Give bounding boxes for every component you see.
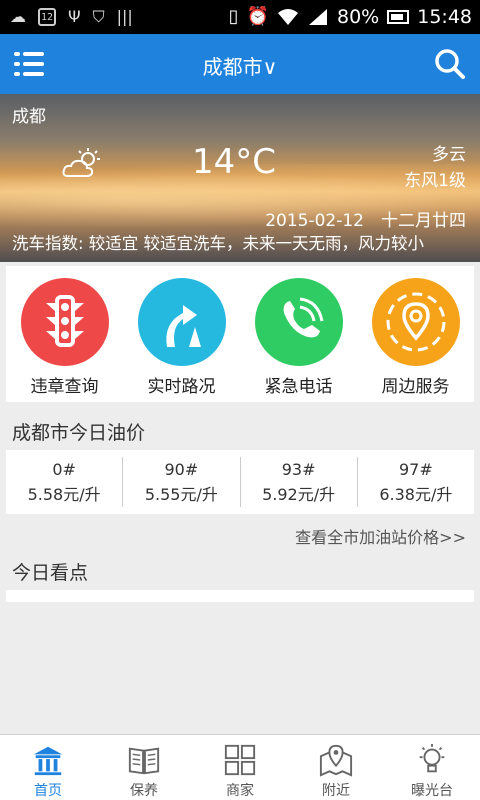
city-selector[interactable]: 成都市∨	[0, 51, 480, 80]
traffic-light-icon	[20, 278, 109, 366]
oil-price: 5.55元/升	[144, 485, 218, 504]
service-label: 紧急电话	[264, 377, 333, 397]
oil-price: 5.92元/升	[262, 485, 336, 504]
nav-label: 保养	[130, 783, 158, 799]
weather-icon: ☁	[10, 7, 26, 26]
today-highlights-title: 今日看点	[12, 562, 89, 584]
all-gas-stations-link[interactable]: 查看全市加油站价格>>	[295, 524, 466, 548]
grid-icon	[224, 744, 256, 776]
oil-grade: 0#	[52, 460, 76, 479]
service-realtime-traffic[interactable]: 实时路况	[123, 266, 240, 402]
bottom-nav: 首页 保养 商家 附近 曝光台	[0, 734, 480, 800]
nav-nearby[interactable]: 附近	[288, 735, 384, 800]
clock: 15:48	[417, 6, 472, 28]
weather-condition: 多云	[432, 145, 466, 165]
barcode-icon: |||	[116, 7, 133, 26]
service-violation-query[interactable]: 违章查询	[6, 266, 123, 402]
oil-price: 5.58元/升	[27, 485, 101, 504]
shield-icon: ⛉	[92, 7, 105, 26]
wind-info: 东风1级	[404, 171, 466, 191]
weather-date: 2015-02-12 十二月廿四	[265, 211, 466, 231]
oil-price-panel: 0# 5.58元/升 90# 5.55元/升 93# 5.92元/升 97# 6…	[6, 450, 474, 514]
oil-grade: 97#	[398, 460, 433, 479]
chevron-down-icon: ∨	[262, 55, 278, 79]
partly-cloudy-icon	[62, 148, 100, 177]
book-icon	[128, 747, 160, 775]
nav-home[interactable]: 首页	[0, 735, 96, 800]
app-header: 成都市∨	[0, 34, 480, 94]
car-wash-index: 洗车指数: 较适宜 较适宜洗车，未来一天无雨，风力较小	[12, 234, 425, 253]
battery-icon	[387, 10, 410, 24]
weather-city: 成都	[12, 107, 46, 127]
oil-price-item: 90# 5.55元/升	[123, 457, 239, 507]
temperature: 14°C	[192, 142, 277, 182]
notification-count-icon: 12	[38, 8, 56, 26]
system-status: ▯ ⏰ 80% 15:48	[229, 6, 480, 28]
nav-merchants[interactable]: 商家	[192, 735, 288, 800]
oil-price-item: 0# 5.58元/升	[6, 457, 122, 507]
oil-price-item: 97# 6.38元/升	[358, 457, 474, 507]
battery-percent: 80%	[337, 6, 380, 28]
service-label: 周边服务	[381, 377, 450, 397]
wifi-icon	[278, 9, 298, 25]
service-label: 违章查询	[30, 377, 99, 397]
alarm-icon: ⏰	[246, 6, 269, 27]
nav-label: 曝光台	[411, 783, 453, 799]
oil-grade: 90#	[164, 460, 199, 479]
nav-exposure[interactable]: 曝光台	[384, 735, 480, 800]
signal-icon	[309, 9, 327, 25]
usb-icon: Ψ	[68, 7, 81, 26]
oil-price: 6.38元/升	[379, 485, 453, 504]
vibrate-icon: ▯	[228, 6, 239, 27]
nav-label: 附近	[322, 783, 350, 799]
home-icon	[33, 746, 63, 776]
today-highlights-panel	[6, 590, 474, 602]
service-label: 实时路况	[147, 377, 216, 397]
map-icon	[319, 744, 353, 777]
lightbulb-icon	[419, 743, 445, 773]
weather-banner[interactable]: 成都 14°C 多云 东风1级 2015-02-12 十二月廿四 洗车指数: 较…	[0, 94, 480, 262]
status-bar: ☁ 12 Ψ ⛉ ||| ▯ ⏰ 80% 15:48	[0, 0, 480, 34]
nav-label: 首页	[34, 783, 62, 799]
oil-price-title: 成都市今日油价	[12, 422, 146, 444]
nav-label: 商家	[226, 783, 254, 799]
city-title: 成都市	[202, 55, 263, 79]
search-icon[interactable]	[434, 48, 466, 80]
phone-icon	[254, 278, 343, 366]
location-pin-icon	[371, 278, 460, 366]
oil-price-item: 93# 5.92元/升	[241, 457, 357, 507]
quick-services: 违章查询 实时路况 紧急电话 周边服务	[6, 266, 474, 402]
road-cone-icon	[137, 278, 226, 366]
notification-icons: ☁ 12 Ψ ⛉ |||	[0, 8, 133, 26]
nav-maintenance[interactable]: 保养	[96, 735, 192, 800]
service-nearby[interactable]: 周边服务	[357, 266, 474, 402]
service-emergency-call[interactable]: 紧急电话	[240, 266, 357, 402]
oil-grade: 93#	[281, 460, 316, 479]
